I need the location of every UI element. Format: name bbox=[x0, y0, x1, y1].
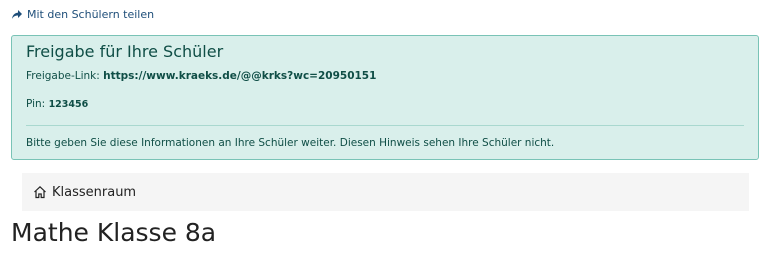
share-link-row: Freigabe-Link: https://www.kraeks.de/@@k… bbox=[26, 70, 376, 82]
breadcrumb-label[interactable]: Klassenraum bbox=[52, 185, 136, 200]
breadcrumb[interactable]: Klassenraum bbox=[22, 173, 749, 211]
info-box-divider bbox=[26, 125, 744, 126]
share-with-students-link[interactable]: Mit den Schülern teilen bbox=[11, 8, 154, 21]
pin-label: Pin: bbox=[26, 98, 46, 110]
home-icon bbox=[33, 185, 47, 199]
page: Mit den Schülern teilen Freigabe für Ihr… bbox=[0, 0, 768, 256]
share-link-value: https://www.kraeks.de/@@krks?wc=20950151 bbox=[103, 70, 377, 82]
page-title: Mathe Klasse 8a bbox=[11, 218, 217, 247]
pin-row: Pin: 123456 bbox=[26, 98, 88, 110]
pin-value: 123456 bbox=[48, 99, 89, 110]
info-box-note: Bitte geben Sie diese Informationen an I… bbox=[26, 137, 555, 149]
info-box-title: Freigabe für Ihre Schüler bbox=[26, 42, 224, 61]
share-icon bbox=[11, 9, 23, 21]
share-info-box: Freigabe für Ihre Schüler Freigabe-Link:… bbox=[11, 35, 759, 160]
share-link-row-label: Freigabe-Link: bbox=[26, 70, 100, 82]
share-link-label: Mit den Schülern teilen bbox=[27, 8, 155, 21]
